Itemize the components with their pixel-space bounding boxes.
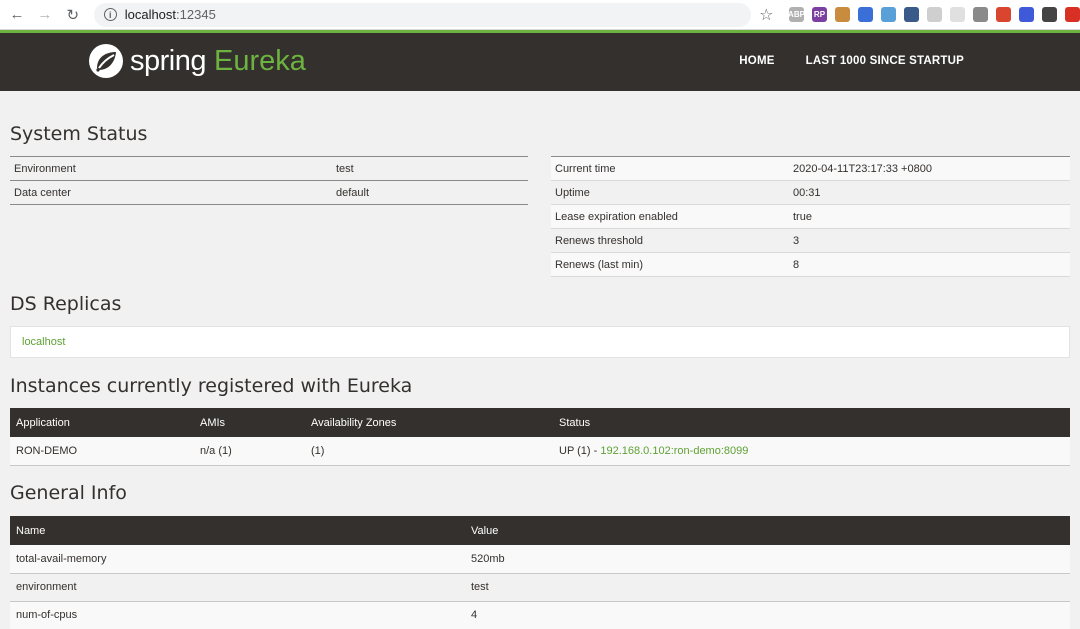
browser-toolbar: ← → ↻ i localhost:12345 ☆ ABP RP (0, 0, 1080, 30)
ghost-icon[interactable] (926, 7, 942, 22)
brand-logo[interactable]: spring Eureka (88, 43, 306, 79)
table-row: Uptime 00:31 (551, 180, 1070, 205)
info-value: test (465, 573, 1070, 602)
table-row: RON-DEMO n/a (1) (1) UP (1) - 192.168.0.… (10, 437, 1070, 466)
status-key: Data center (10, 180, 332, 205)
instance-application: RON-DEMO (10, 437, 194, 466)
red-circle-icon[interactable] (1064, 7, 1080, 22)
status-value: true (789, 204, 1070, 229)
system-status-left-table: Environment test Data center default (10, 156, 528, 205)
address-port: :12345 (176, 7, 216, 22)
address-host: localhost (124, 7, 177, 22)
ball-icon[interactable] (1041, 7, 1057, 22)
table-row: environment test (10, 573, 1070, 602)
status-key: Renews threshold (551, 228, 789, 253)
compass-icon[interactable] (880, 7, 896, 22)
replica-link-localhost[interactable]: localhost (22, 336, 65, 348)
general-info-heading: General Info (10, 482, 127, 504)
status-key: Lease expiration enabled (551, 204, 789, 229)
info-value: 4 (465, 601, 1070, 629)
table-header-row: Name Value (10, 516, 1070, 545)
table-row: total-avail-memory 520mb (10, 545, 1070, 574)
vue-icon[interactable] (972, 7, 988, 22)
replicas-list: localhost (10, 326, 1070, 358)
status-value: 00:31 (789, 180, 1070, 205)
col-name: Name (10, 516, 465, 545)
forward-arrow-icon[interactable]: → (34, 4, 56, 26)
adblock-icon[interactable]: ABP (788, 7, 805, 22)
status-value: default (332, 180, 528, 205)
frame-icon[interactable] (903, 7, 919, 22)
table-header-row: Application AMIs Availability Zones Stat… (10, 408, 1070, 437)
instances-heading: Instances currently registered with Eure… (10, 375, 413, 397)
status-value: 8 (789, 252, 1070, 277)
nav-last-1000[interactable]: LAST 1000 SINCE STARTUP (806, 55, 964, 67)
brand-spring-text: spring (130, 44, 207, 77)
status-key: Renews (last min) (551, 252, 789, 277)
nav-home[interactable]: HOME (739, 55, 774, 67)
general-info-table: Name Value total-avail-memory 520mb envi… (10, 516, 1070, 629)
status-key: Environment (10, 156, 332, 181)
info-name: environment (10, 573, 465, 602)
s-blue-icon[interactable] (1018, 7, 1034, 22)
status-key: Current time (551, 156, 789, 181)
extension-strip: ABP RP (788, 7, 1080, 22)
s-icon[interactable] (995, 7, 1011, 22)
spring-leaf-icon (89, 44, 123, 78)
col-availability-zones: Availability Zones (305, 408, 553, 437)
eureka-navbar: spring Eureka HOME LAST 1000 SINCE START… (0, 30, 1080, 91)
status-value: 3 (789, 228, 1070, 253)
bookmark-star-icon[interactable]: ☆ (759, 5, 779, 25)
table-row: Renews (last min) 8 (551, 252, 1070, 277)
square-icon[interactable] (949, 7, 965, 22)
info-value: 520mb (465, 545, 1070, 574)
instances-table: Application AMIs Availability Zones Stat… (10, 408, 1070, 466)
status-key: Uptime (551, 180, 789, 205)
ds-replicas-heading: DS Replicas (10, 293, 122, 315)
reload-icon[interactable]: ↻ (62, 4, 84, 26)
col-amis: AMIs (194, 408, 305, 437)
status-value: 2020-04-11T23:17:33 +0800 (789, 156, 1070, 181)
table-row: Data center default (10, 180, 528, 205)
instance-amis: n/a (1) (194, 437, 305, 466)
col-application: Application (10, 408, 194, 437)
col-value: Value (465, 516, 1070, 545)
table-row: Environment test (10, 156, 528, 181)
status-value: test (332, 156, 528, 181)
pocket-icon[interactable] (857, 7, 873, 22)
back-arrow-icon[interactable]: ← (6, 4, 28, 26)
info-name: num-of-cpus (10, 601, 465, 629)
system-status-heading: System Status (10, 123, 148, 145)
system-status-right-table: Current time 2020-04-11T23:17:33 +0800 U… (551, 156, 1070, 277)
instance-status-prefix: UP (1) - (559, 444, 601, 457)
instance-status: UP (1) - 192.168.0.102:ron-demo:8099 (553, 437, 1070, 466)
info-name: total-avail-memory (10, 545, 465, 574)
instance-zones: (1) (305, 437, 553, 466)
rp-icon[interactable]: RP (811, 7, 827, 22)
col-status: Status (553, 408, 1070, 437)
table-row: Lease expiration enabled true (551, 204, 1070, 229)
address-bar[interactable]: i localhost:12345 (93, 2, 752, 27)
cookie-icon[interactable] (834, 7, 850, 22)
instance-status-link[interactable]: 192.168.0.102:ron-demo:8099 (600, 445, 748, 457)
table-row: num-of-cpus 4 (10, 601, 1070, 629)
table-row: Current time 2020-04-11T23:17:33 +0800 (551, 156, 1070, 181)
table-row: Renews threshold 3 (551, 228, 1070, 253)
info-icon[interactable]: i (103, 8, 117, 21)
brand-eureka-text: Eureka (214, 44, 306, 77)
